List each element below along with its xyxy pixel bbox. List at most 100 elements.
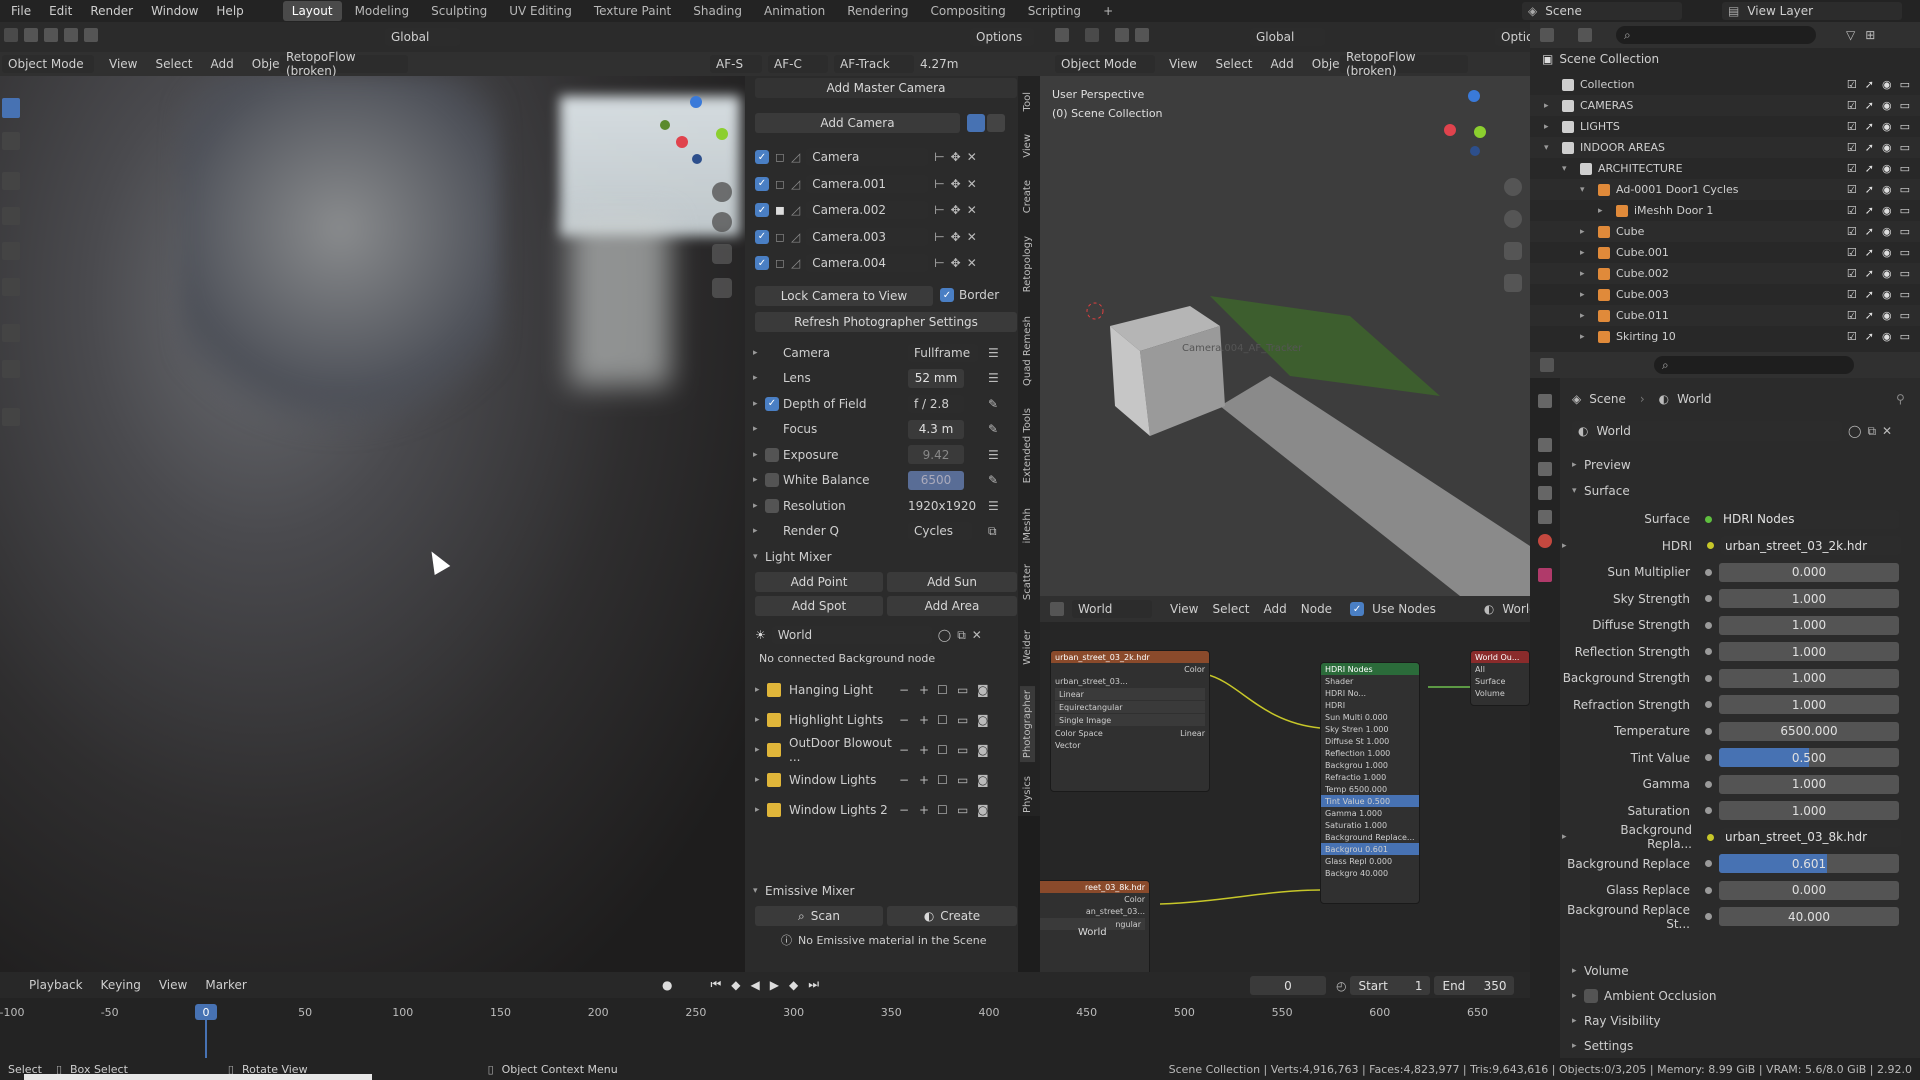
tab-shading[interactable]: Shading [684, 1, 751, 21]
render-engine-dropdown[interactable]: Cycles [908, 522, 972, 541]
setting-lens[interactable]: ▸ Lens 52 mm ☰ [753, 366, 1017, 392]
white-balance-checkbox[interactable] [765, 473, 779, 488]
sensor-dropdown[interactable]: Fullframe [908, 343, 978, 362]
grid-view-icon[interactable] [712, 278, 732, 298]
presets-icon[interactable]: ☰ [988, 448, 999, 462]
outliner-item[interactable]: ▸ CAMERAS ☑ ➚ ◉ ▭ [1530, 95, 1920, 116]
mode-dropdown[interactable]: Object Mode [2, 55, 94, 73]
render-camera-icon[interactable]: ▭ [1900, 267, 1910, 280]
emissive-mixer-header[interactable]: ▾ Emissive Mixer [753, 884, 854, 898]
include-checkbox-icon[interactable]: ☑ [1847, 267, 1857, 280]
af-s-button[interactable]: AF-S [710, 55, 762, 73]
monitor-icon[interactable]: ▭ [957, 743, 977, 757]
editor-type-icon[interactable] [1540, 358, 1554, 372]
monitor-icon[interactable]: ▭ [957, 773, 977, 787]
menu-edit[interactable]: Edit [40, 4, 81, 18]
section-ray-visibility[interactable]: ▸ Ray Visibility [1572, 1008, 1912, 1033]
select-arrow-icon[interactable]: ➚ [1865, 309, 1874, 322]
outliner-item[interactable]: ▾ ARCHITECTURE ☑ ➚ ◉ ▭ [1530, 158, 1920, 179]
scan-button[interactable]: ⌕ Scan [755, 906, 883, 926]
menu-view[interactable]: View [1160, 57, 1206, 71]
jump-start-icon[interactable]: ⏮ [710, 977, 721, 992]
setting-camera[interactable]: ▸ Camera Fullframe ☰ [753, 340, 1017, 366]
aperture-dropdown[interactable]: f / 2.8 [908, 394, 964, 413]
grid-view-icon[interactable] [1504, 274, 1522, 292]
expand-toggle-icon[interactable]: ▸ [1544, 101, 1556, 111]
exposure-field[interactable]: 9.42 [908, 445, 964, 465]
property-value-field[interactable]: 1.000 [1719, 615, 1899, 635]
world-output-node[interactable]: World Ou... All Surface Volume [1470, 650, 1530, 706]
add-spot-button[interactable]: Add Spot [755, 596, 883, 616]
add-camera-button[interactable]: Add Camera [755, 113, 960, 133]
af-track-button[interactable]: AF-Track [834, 55, 914, 73]
setting-focus[interactable]: ▸ Focus 4.3 m ✎ [753, 417, 1017, 443]
socket-dot-icon[interactable] [1705, 595, 1712, 603]
menu-marker[interactable]: Marker [196, 978, 255, 992]
menu-view[interactable]: View [150, 978, 196, 992]
include-checkbox-icon[interactable]: ☑ [1847, 162, 1857, 175]
outliner-item[interactable]: ▾ Ad-0001 Door1 Cycles ☑ ➚ ◉ ▭ [1530, 179, 1920, 200]
visibility-eye-icon[interactable]: ◉ [1882, 204, 1892, 217]
socket-dot-icon[interactable] [1705, 674, 1712, 682]
shader-type-dropdown[interactable]: World [1072, 600, 1152, 618]
gizmo-x-axis[interactable] [676, 136, 688, 148]
camera-render-icon[interactable]: ◙ [977, 773, 989, 787]
prev-key-icon[interactable]: ◆ [731, 978, 740, 992]
environment-texture-node-2[interactable]: reet_03_8k.hdr Color an_street_03... ngu… [1040, 880, 1150, 972]
gizmo-neg-y[interactable] [660, 120, 670, 130]
camera-target-icon[interactable]: ⊢ [934, 177, 944, 191]
camera-enable-checkbox[interactable]: ✓ [755, 256, 769, 271]
visibility-eye-icon[interactable]: ◉ [1882, 141, 1892, 154]
camera-enable-checkbox[interactable]: ✓ [755, 229, 769, 244]
visibility-eye-icon[interactable]: ◉ [1882, 225, 1892, 238]
navigation-gizmo-left[interactable] [650, 92, 730, 172]
select-arrow-icon[interactable]: ➚ [1865, 267, 1874, 280]
select-arrow-icon[interactable]: ➚ [1865, 288, 1874, 301]
menu-select[interactable]: Select [1206, 57, 1261, 71]
camera-target-icon[interactable]: ⊢ [934, 230, 944, 244]
hdri-node-socket[interactable]: Sky Stren 1.000 [1321, 723, 1419, 735]
hdri-node-socket[interactable]: Refractio 1.000 [1321, 771, 1419, 783]
expand-toggle-icon[interactable]: ▸ [1580, 248, 1592, 258]
menu-view[interactable]: View [1170, 602, 1198, 616]
editor-type-icon[interactable] [1055, 28, 1069, 42]
world-tab-icon[interactable] [1538, 534, 1552, 548]
plus-icon[interactable]: + [919, 773, 937, 787]
view-layer-selector[interactable]: ▤ View Layer [1722, 2, 1902, 20]
tab-modeling[interactable]: Modeling [346, 1, 419, 21]
fake-user-icon[interactable]: ◯ [1848, 424, 1861, 438]
camera-target-icon[interactable]: ⊢ [934, 256, 944, 270]
tweak-tool-icon[interactable] [2, 98, 20, 118]
visibility-eye-icon[interactable]: ◉ [1882, 183, 1892, 196]
section-ambient-occlusion[interactable]: ▸ Ambient Occlusion [1572, 983, 1912, 1008]
outliner-item[interactable]: ▸ LIGHTS ☑ ➚ ◉ ▭ [1530, 116, 1920, 137]
camera-row[interactable]: ✓ ◻ ◿ Camera.003 ⊢ ✥ ✕ [755, 224, 1017, 251]
select-arrow-icon[interactable]: ➚ [1865, 78, 1874, 91]
light-mixer-header[interactable]: ▾ Light Mixer [753, 550, 832, 564]
expand-toggle-icon[interactable]: ▸ [1580, 227, 1592, 237]
measure-tool-icon[interactable] [2, 360, 20, 378]
setting-exposure[interactable]: ▸ Exposure 9.42 ☰ [753, 442, 1017, 468]
border-checkbox[interactable]: ✓ [940, 288, 954, 302]
select-mode-icon[interactable] [1135, 28, 1149, 42]
menu-file[interactable]: File [2, 4, 40, 18]
socket-dot-icon[interactable] [1705, 913, 1712, 921]
zoom-icon[interactable] [1504, 178, 1522, 196]
use-nodes-checkbox[interactable]: ✓ [1350, 602, 1365, 616]
select-arrow-icon[interactable]: ➚ [1865, 330, 1874, 343]
interpolation-dropdown[interactable]: Linear [1055, 688, 1205, 700]
include-checkbox-icon[interactable]: ☑ [1847, 288, 1857, 301]
outliner-item[interactable]: ▸ iMeshh Door 1 ☑ ➚ ◉ ▭ [1530, 200, 1920, 221]
render-camera-icon[interactable]: ▭ [1900, 225, 1910, 238]
expand-toggle-icon[interactable]: ▸ [1580, 269, 1592, 279]
transform-orientation-dropdown[interactable]: Global [385, 28, 460, 46]
camera-center-icon[interactable]: ✥ [951, 203, 961, 217]
create-button[interactable]: ◐ Create [887, 906, 1017, 926]
tab-imeshh[interactable]: iMeshh [1022, 508, 1033, 543]
include-checkbox-icon[interactable]: ☑ [1847, 246, 1857, 259]
camera-row[interactable]: ✓ ◻ ◿ Camera.001 ⊢ ✥ ✕ [755, 171, 1017, 198]
menu-render[interactable]: Render [81, 4, 142, 18]
cursor-tool-icon[interactable] [2, 132, 20, 150]
outliner-item[interactable]: ▾ INDOOR AREAS ☑ ➚ ◉ ▭ [1530, 137, 1920, 158]
pin-icon[interactable]: ⚲ [1896, 392, 1905, 406]
